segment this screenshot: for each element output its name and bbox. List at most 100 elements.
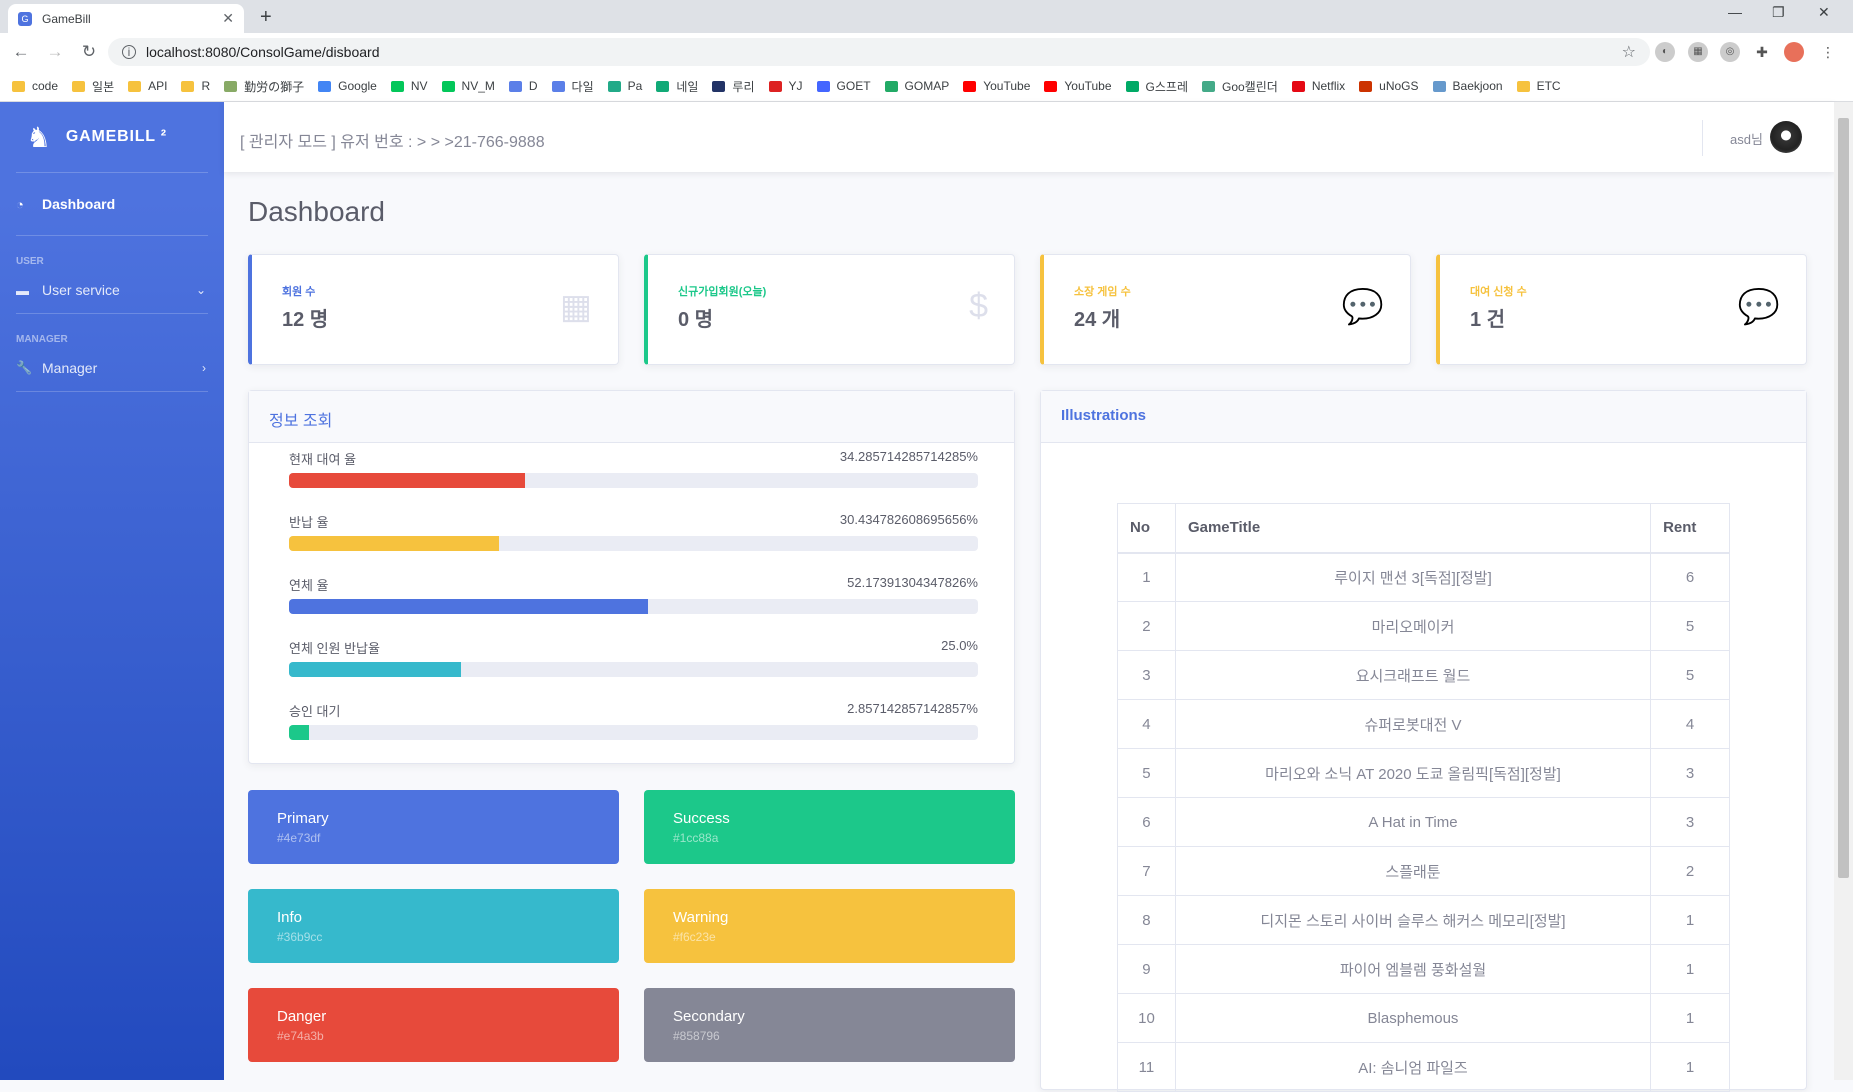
table-cell: 요시크래프트 월드 <box>1174 650 1652 700</box>
bookmark-icon <box>884 80 898 92</box>
close-window-icon[interactable]: ✕ <box>1818 4 1830 21</box>
color-hex: #36b9cc <box>277 930 323 944</box>
color-card-info: Info #36b9cc <box>248 889 619 963</box>
table-row[interactable]: 7 스플래툰 2 <box>1117 846 1730 896</box>
table-row[interactable]: 2 마리오메이커 5 <box>1117 601 1730 651</box>
bookmark-item[interactable]: 네일 <box>656 78 698 95</box>
bookmark-star-icon[interactable]: ☆ <box>1622 42 1636 62</box>
page-scrollbar[interactable] <box>1834 102 1853 1080</box>
puzzle-icon[interactable]: ✚ <box>1752 42 1772 62</box>
progress-item: 연체 율 52.17391304347826% <box>289 575 978 614</box>
bookmark-item[interactable]: Baekjoon <box>1432 79 1503 93</box>
table-cell: 2 <box>1650 846 1730 896</box>
scrollbar-thumb[interactable] <box>1838 118 1849 878</box>
bookmark-item[interactable]: 일본 <box>72 78 114 95</box>
table-cell: 스플래툰 <box>1174 846 1652 896</box>
table-row[interactable]: 8 디지몬 스토리 사이버 슬루스 해커스 메모리[정발] 1 <box>1117 895 1730 945</box>
site-info-icon[interactable]: i <box>122 45 136 59</box>
bookmark-item[interactable]: API <box>128 79 167 93</box>
extension-icon[interactable]: ▦ <box>1688 42 1708 62</box>
bookmark-item[interactable]: D <box>508 79 538 93</box>
bookmark-icon <box>551 80 565 92</box>
table-row[interactable]: 1 루이지 맨션 3[독점][정발] 6 <box>1117 552 1730 602</box>
bookmark-item[interactable]: 다일 <box>551 78 594 95</box>
table-row[interactable]: 10 Blasphemous 1 <box>1117 993 1730 1043</box>
new-tab-button[interactable]: + <box>260 6 272 29</box>
bookmark-item[interactable]: 루리 <box>712 78 755 95</box>
calendar-icon: ▦ <box>559 288 592 326</box>
bookmark-item[interactable]: YouTube <box>1044 79 1112 93</box>
minimize-icon[interactable]: — <box>1728 4 1742 20</box>
bookmark-item[interactable]: uNoGS <box>1359 79 1419 93</box>
bookmark-item[interactable]: R <box>181 79 210 93</box>
illustrations-title: Illustrations <box>1041 391 1806 443</box>
bookmark-icon <box>224 80 238 92</box>
bookmark-label: GOMAP <box>904 79 950 93</box>
menu-dots-icon[interactable]: ⋮ <box>1818 42 1838 62</box>
bookmark-item[interactable]: ETC <box>1516 79 1561 93</box>
table-row[interactable]: 3 요시크래프트 월드 5 <box>1117 650 1730 700</box>
table-row[interactable]: 4 슈퍼로봇대전 V4 <box>1117 699 1730 749</box>
progress-fill <box>289 536 499 551</box>
table-row[interactable]: 6A Hat in Time 3 <box>1117 797 1730 847</box>
progress-value: 2.857142857142857% <box>847 701 978 716</box>
bookmark-item[interactable]: Google <box>318 79 377 93</box>
color-hex: #4e73df <box>277 831 321 845</box>
divider <box>16 391 208 392</box>
progress-bar <box>289 662 978 677</box>
bookmark-item[interactable]: YJ <box>768 79 803 93</box>
progress-fill <box>289 725 309 740</box>
browser-tab[interactable]: G GameBill ✕ <box>8 4 244 33</box>
bookmark-icon <box>72 80 86 92</box>
admin-mode-message: [ 관리자 모드 ] 유저 번호 : > > >21-766-9888 <box>240 134 545 151</box>
bookmark-item[interactable]: Pa <box>607 79 642 93</box>
bookmark-label: NV_M <box>461 79 495 93</box>
table-header-cell: No <box>1117 503 1176 554</box>
user-name[interactable]: asd님 <box>1730 129 1763 148</box>
table-row[interactable]: 11 AI: 솜니엄 파일즈 1 <box>1117 1042 1730 1092</box>
sidebar: ♞ GAMEBILL ² ◔ Dashboard USER ▬ User ser… <box>0 102 224 1080</box>
bookmark-item[interactable]: Goo캘린더 <box>1202 78 1278 95</box>
table-row[interactable]: 9 파이어 엠블렘 풍화설월 1 <box>1117 944 1730 994</box>
table-row[interactable]: 5 마리오와 소닉 AT 2020 도쿄 올림픽[독점][정발] 3 <box>1117 748 1730 798</box>
reload-icon[interactable]: ↻ <box>76 42 102 62</box>
profile-icon[interactable] <box>1784 42 1804 62</box>
extension-icon[interactable]: ◎ <box>1720 42 1740 62</box>
table-cell: 4 <box>1117 699 1176 749</box>
bookmark-item[interactable]: NV_M <box>441 79 495 93</box>
comments-icon: 💬 <box>1341 288 1384 326</box>
nav-user-service[interactable]: ▬ User service ⌄ <box>0 267 224 313</box>
bookmark-item[interactable]: GOET <box>816 79 871 93</box>
bookmark-item[interactable]: GOMAP <box>884 79 950 93</box>
wrench-icon: 🔧 <box>16 360 33 375</box>
bookmark-item[interactable]: Netflix <box>1291 79 1345 93</box>
bookmark-label: code <box>32 79 59 93</box>
restore-icon[interactable]: ❐ <box>1772 4 1785 21</box>
table-header-cell: GameTitle <box>1174 503 1652 554</box>
bookmark-label: Google <box>338 79 377 93</box>
bookmark-item[interactable]: NV <box>390 79 428 93</box>
progress-item: 반납 율 30.434782608695656% <box>289 512 978 551</box>
brand[interactable]: ♞ GAMEBILL ² <box>0 102 224 172</box>
avatar[interactable] <box>1770 121 1802 153</box>
bookmark-item[interactable]: YouTube <box>963 79 1030 93</box>
nav-manager[interactable]: 🔧 Manager › <box>0 345 224 391</box>
bookmark-item[interactable]: G스프레 <box>1125 78 1188 95</box>
bookmark-label: 일본 <box>92 79 115 94</box>
info-panel-title: 정보 조회 <box>249 391 1014 443</box>
close-tab-icon[interactable]: ✕ <box>222 10 234 27</box>
color-hex: #e74a3b <box>277 1029 324 1043</box>
stat-value: 12 명 <box>282 309 329 331</box>
progress-item: 현재 대여 율 34.285714285714285% <box>289 449 978 488</box>
bookmark-item[interactable]: 勤労の獅子 <box>224 78 304 95</box>
bookmark-icon <box>768 80 782 92</box>
bookmark-label: GOET <box>836 79 871 93</box>
back-icon[interactable]: ← <box>8 42 34 62</box>
nav-dashboard[interactable]: ◔ Dashboard <box>0 173 224 235</box>
url-field[interactable]: i localhost:8080/ConsolGame/disboard ☆ <box>108 38 1650 66</box>
bookmark-item[interactable]: code <box>12 79 58 93</box>
extension-icon[interactable]: ◐ <box>1655 42 1675 62</box>
tachometer-icon: ◔ <box>16 196 24 212</box>
forward-icon[interactable]: → <box>42 42 68 62</box>
table-cell: 마리오메이커 <box>1174 601 1652 651</box>
